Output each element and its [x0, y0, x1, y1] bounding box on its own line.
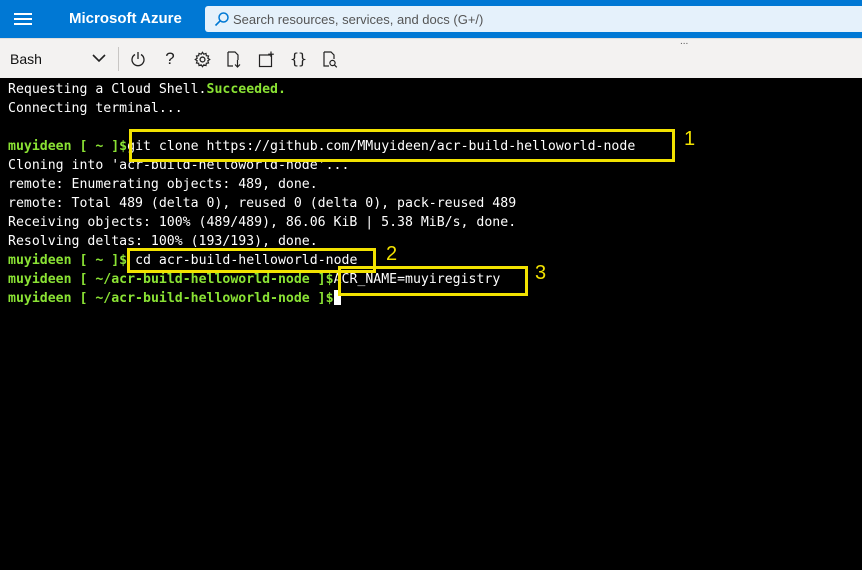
terminal-line: muyideen [ ~/acr-build-helloworld-node ]…: [8, 289, 341, 308]
prompt-path: [ ~/acr-build-helloworld-node ]$: [79, 272, 334, 287]
terminal-line: Connecting terminal...: [8, 101, 183, 116]
prompt-path: [ ~/acr-build-helloworld-node ]$: [79, 291, 334, 306]
prompt-user: muyideen: [8, 291, 72, 306]
terminal-line: remote: Enumerating objects: 489, done.: [8, 177, 318, 192]
prompt-path: [ ~ ]$: [79, 253, 128, 268]
help-button[interactable]: ?: [159, 48, 181, 70]
cloud-shell-toolbar: ... Bash ? {}: [0, 37, 862, 78]
global-search[interactable]: [205, 6, 862, 32]
annotation-number-1: 1: [684, 128, 696, 150]
settings-button[interactable]: [191, 48, 213, 70]
shell-type-select[interactable]: Bash: [2, 45, 114, 73]
editor-icon: {}: [289, 50, 307, 68]
resize-handle[interactable]: ...: [680, 37, 688, 47]
annotation-number-2: 2: [386, 243, 398, 265]
prompt-user: muyideen: [8, 253, 72, 268]
web-preview-button[interactable]: [319, 48, 341, 70]
azure-top-bar: Microsoft Azure: [0, 0, 862, 38]
file-transfer-icon: [227, 50, 241, 68]
search-icon: [214, 12, 229, 27]
status-succeeded: Succeeded.: [206, 82, 286, 97]
terminal-line: Requesting a Cloud Shell.Succeeded.: [8, 80, 286, 99]
prompt-path: [ ~ ]$: [79, 139, 128, 154]
web-preview-icon: [323, 50, 338, 68]
prompt-user: muyideen: [8, 272, 72, 287]
prompt-user: muyideen: [8, 139, 72, 154]
menu-icon[interactable]: [14, 11, 32, 27]
terminal-text: Requesting a Cloud Shell.: [8, 82, 207, 97]
chevron-down-icon: [92, 54, 106, 63]
help-icon: ?: [165, 49, 175, 68]
search-input[interactable]: [233, 9, 833, 29]
annotation-number-3: 3: [535, 262, 547, 284]
upload-download-button[interactable]: [223, 48, 245, 70]
restart-button[interactable]: [127, 48, 149, 70]
shell-type-label: Bash: [10, 51, 42, 67]
terminal-line: Receiving objects: 100% (489/489), 86.06…: [8, 215, 517, 230]
new-session-icon: [258, 51, 274, 67]
gear-icon: [193, 50, 211, 68]
toolbar-divider: [118, 47, 119, 71]
terminal-line: remote: Total 489 (delta 0), reused 0 (d…: [8, 196, 517, 211]
annotation-box-3: [338, 266, 528, 296]
annotation-box-1: [129, 129, 675, 162]
brand-title[interactable]: Microsoft Azure: [69, 10, 182, 27]
editor-button[interactable]: {}: [287, 48, 309, 70]
new-session-button[interactable]: [255, 48, 277, 70]
power-icon: [131, 52, 145, 67]
